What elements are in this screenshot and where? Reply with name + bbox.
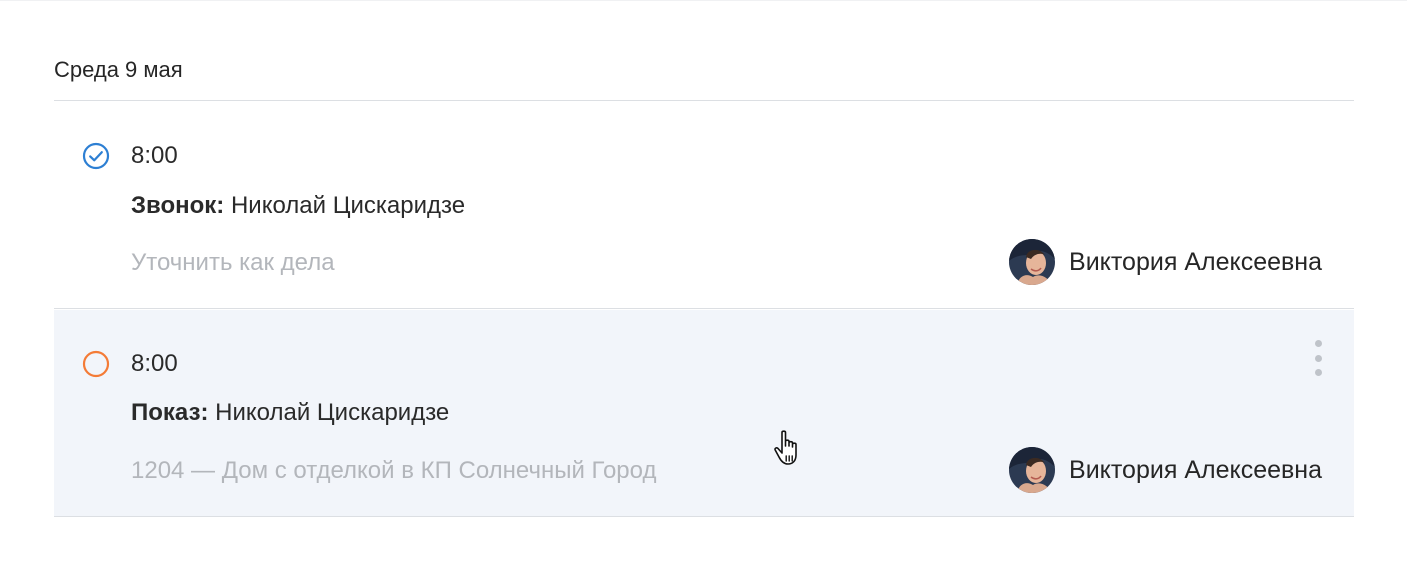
menu-dot xyxy=(1314,354,1322,362)
task-time: 8:00 xyxy=(131,142,178,169)
task-type: Звонок: xyxy=(131,192,225,219)
task-assignee[interactable]: Виктория Алексеевна xyxy=(1009,446,1322,494)
avatar xyxy=(1009,447,1056,493)
task-contact: Николай Цискаридзе xyxy=(208,399,450,426)
menu-dot xyxy=(1314,369,1322,376)
day-header: Среда 9 мая xyxy=(54,57,183,82)
empty-circle-icon[interactable] xyxy=(82,350,110,378)
task-assignee[interactable]: Виктория Алексеевна xyxy=(1009,238,1322,286)
task-description: Уточнить как дела xyxy=(131,249,335,276)
task-contact: Николай Цискаридзе xyxy=(224,192,466,219)
task-row[interactable]: 8:00 Показ: Николай Цискаридзе 1204 — До… xyxy=(54,310,1354,517)
assignee-name: Виктория Алексеевна xyxy=(1069,455,1322,484)
task-title[interactable]: Звонок: Николай Цискаридзе xyxy=(131,191,465,221)
top-divider xyxy=(0,0,1407,1)
task-description: 1204 — Дом с отделкой в КП Солнечный Гор… xyxy=(131,457,657,484)
hand-cursor-icon xyxy=(773,429,809,469)
header-divider xyxy=(54,100,1354,101)
task-title[interactable]: Показ: Николай Цискаридзе xyxy=(131,398,449,428)
task-row[interactable]: 8:00 Звонок: Николай Цискаридзе Уточнить… xyxy=(54,102,1354,309)
task-type: Показ: xyxy=(131,399,209,426)
task-time: 8:00 xyxy=(131,350,178,377)
assignee-name: Виктория Алексеевна xyxy=(1069,247,1322,276)
menu-dot xyxy=(1314,340,1322,347)
check-circle-icon[interactable] xyxy=(82,142,110,170)
more-vertical-icon[interactable] xyxy=(1310,340,1326,376)
avatar xyxy=(1009,239,1056,285)
